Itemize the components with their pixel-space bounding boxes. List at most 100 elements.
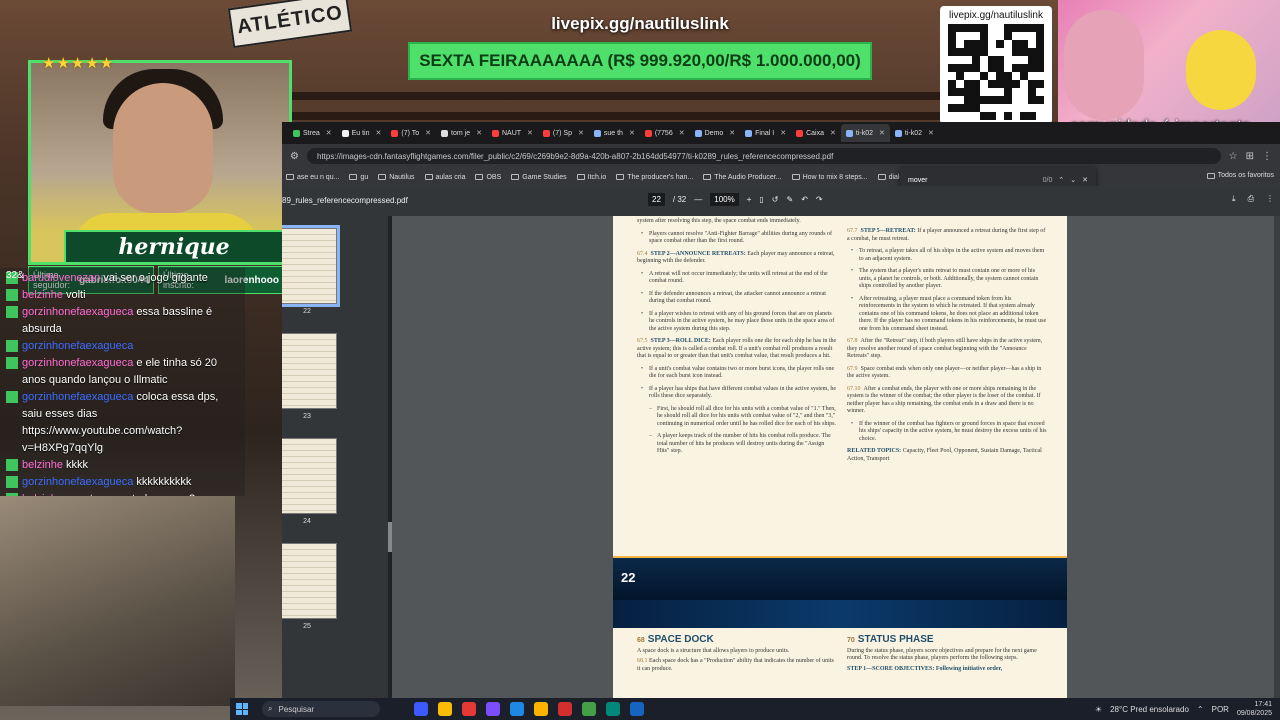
browser-tab[interactable]: (7756 ✕	[640, 124, 690, 142]
browser-tab[interactable]: NAUT ✕	[487, 124, 538, 142]
tab-close-icon[interactable]: ✕	[578, 129, 584, 137]
zoom-in-icon[interactable]: +	[747, 195, 752, 204]
task-view-icon[interactable]	[414, 702, 428, 716]
page-number-input[interactable]: 22	[648, 193, 665, 206]
browser-tab[interactable]: Demo ✕	[690, 124, 741, 142]
thumbnail-scroll-thumb[interactable]	[388, 522, 392, 552]
tab-close-icon[interactable]: ✕	[679, 129, 685, 137]
site-info-icon[interactable]: ⚙	[290, 151, 299, 162]
tab-close-icon[interactable]: ✕	[830, 129, 836, 137]
chat-username[interactable]: gorzinhonefaexagueca	[22, 340, 133, 352]
tab-close-icon[interactable]: ✕	[928, 129, 934, 137]
bookmark-item[interactable]: OBS	[475, 174, 501, 181]
bookmark-item[interactable]: The producer's han...	[616, 174, 693, 181]
weather-text[interactable]: 28°C Pred ensolarado	[1110, 705, 1189, 714]
browser-tab[interactable]: Strea ✕	[288, 124, 337, 142]
bookmark-item[interactable]: How to mix 8 steps...	[791, 174, 868, 181]
more-options-icon[interactable]: ⋮	[1266, 194, 1274, 204]
app-icon[interactable]	[510, 702, 524, 716]
chat-username[interactable]: belzinhe	[22, 459, 63, 471]
tab-close-icon[interactable]: ✕	[879, 129, 885, 137]
pdf-paragraph: If the winner of the combat has fighters…	[847, 421, 1047, 444]
chat-message: gorzinhonefaexagueca kkkkkkkkkk	[6, 474, 239, 491]
find-close-icon[interactable]: ✕	[1082, 176, 1088, 184]
bookmark-item[interactable]: aulas cria	[424, 173, 466, 181]
zoom-level[interactable]: 100%	[710, 193, 739, 206]
page-thumbnail[interactable]: 23	[282, 333, 338, 420]
zoom-out-icon[interactable]: —	[694, 195, 702, 204]
app-icon[interactable]	[630, 702, 644, 716]
folder-icon[interactable]	[534, 702, 548, 716]
thumbnail-label: 24	[303, 518, 311, 525]
app-icon[interactable]	[486, 702, 500, 716]
bookmark-item[interactable]: Itch.io	[576, 174, 606, 181]
browser-tab[interactable]: Eu tin ✕	[337, 124, 387, 142]
pdf-paragraph: 67.10 After a combat ends, the player wit…	[847, 386, 1047, 416]
browser-tab[interactable]: (7) To ✕	[386, 124, 436, 142]
app-icon[interactable]	[606, 702, 620, 716]
clock[interactable]: 17:41 09/08/2025	[1237, 700, 1272, 718]
chat-username[interactable]: gorzinhonefaexagueca	[22, 357, 133, 369]
undo-icon[interactable]: ↶	[801, 195, 808, 204]
tab-close-icon[interactable]: ✕	[527, 129, 533, 137]
qr-cell	[1012, 40, 1020, 48]
tab-close-icon[interactable]: ✕	[425, 129, 431, 137]
bookmark-item[interactable]: The Audio Producer...	[703, 174, 782, 181]
tray-arrow-icon[interactable]: ⌃	[1197, 705, 1204, 714]
find-input[interactable]	[908, 176, 1037, 184]
extensions-icon[interactable]: ⊞	[1246, 151, 1254, 162]
tab-close-icon[interactable]: ✕	[376, 129, 382, 137]
qr-cell	[980, 40, 988, 48]
browser-tab[interactable]: tom je ✕	[436, 124, 487, 142]
find-prev-icon[interactable]: ⌃	[1058, 176, 1064, 184]
tab-close-icon[interactable]: ✕	[629, 129, 635, 137]
tab-close-icon[interactable]: ✕	[476, 129, 482, 137]
thumbnail-scrollbar[interactable]	[388, 216, 392, 698]
section-text: During the status phase, players score o…	[847, 647, 1037, 662]
browser-tab[interactable]: ti-k02 ✕	[890, 124, 939, 142]
tab-strip: Strea ✕ Eu tin ✕ (7) To ✕ tom je ✕ NAUT ✕ (7) Sp ✕ s…	[282, 122, 1280, 144]
chat-username[interactable]: gorzinhonefaexagueca	[22, 306, 133, 318]
fit-page-icon[interactable]: ▯	[759, 195, 763, 204]
chat-username[interactable]: gorzinhonefaexagueca	[22, 476, 133, 488]
browser-tab[interactable]: Final I ✕	[740, 124, 791, 142]
chat-username[interactable]: belzinhe	[22, 289, 63, 301]
all-bookmarks[interactable]: Todos os favoritos	[1206, 172, 1274, 179]
page-thumbnail[interactable]: 22	[282, 225, 340, 315]
find-next-icon[interactable]: ⌄	[1070, 176, 1076, 184]
chat-username[interactable]: barudiovenezan	[22, 272, 100, 284]
qr-cell	[964, 88, 972, 96]
print-icon[interactable]: ⎙	[1248, 194, 1254, 204]
browser-tab[interactable]: sue th ✕	[589, 124, 640, 142]
pdf-scrollbar[interactable]	[1274, 216, 1280, 698]
windows-start-icon[interactable]	[236, 703, 248, 715]
app-icon[interactable]	[462, 702, 476, 716]
obs-icon[interactable]	[558, 702, 572, 716]
browser-tab[interactable]: Caixa ✕	[791, 124, 841, 142]
redo-icon[interactable]: ↷	[816, 195, 823, 204]
bookmark-item[interactable]: Nautilus	[378, 174, 415, 181]
bookmark-item[interactable]: ase eu n qu...	[286, 174, 339, 181]
page-thumbnail[interactable]: 24	[282, 438, 338, 525]
weather-icon[interactable]: ☀	[1095, 705, 1102, 714]
page-thumbnail[interactable]: 25	[282, 543, 338, 630]
download-icon[interactable]: ⤓	[1232, 194, 1236, 204]
bookmark-item[interactable]: gu	[349, 174, 368, 181]
language-indicator[interactable]: POR	[1212, 705, 1229, 714]
tab-close-icon[interactable]: ✕	[326, 129, 332, 137]
browser-tab[interactable]: ti-k02 ✕	[840, 124, 890, 142]
bookmark-label: aulas cria	[435, 173, 466, 181]
tab-close-icon[interactable]: ✕	[729, 129, 735, 137]
url-omnibox[interactable]: https://images-cdn.fantasyflightgames.co…	[306, 148, 1221, 164]
taskbar-search[interactable]: ⌕ Pesquisar	[262, 701, 380, 717]
annotate-icon[interactable]: ✎	[787, 195, 794, 204]
chrome-icon[interactable]	[438, 702, 452, 716]
chrome-icon[interactable]	[582, 702, 596, 716]
bookmark-item[interactable]: Game Studies	[511, 174, 567, 181]
tab-close-icon[interactable]: ✕	[780, 129, 786, 137]
menu-icon[interactable]: ⋮	[1262, 151, 1272, 162]
browser-tab[interactable]: (7) Sp ✕	[538, 124, 589, 142]
chat-username[interactable]: gorzinhonefaexagueca	[22, 391, 133, 403]
rotate-icon[interactable]: ↺	[772, 195, 779, 204]
star-bookmark-icon[interactable]: ☆	[1229, 151, 1238, 162]
